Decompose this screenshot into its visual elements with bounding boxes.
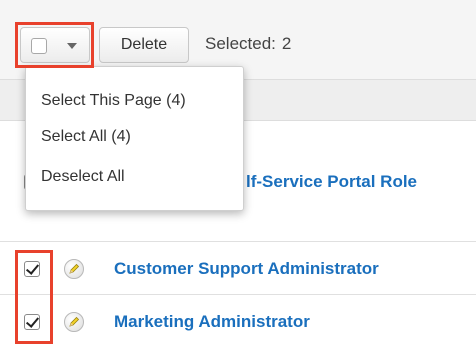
record-name-link[interactable]: lf-Service Portal Role bbox=[246, 172, 417, 192]
mass-select-dropdown[interactable] bbox=[20, 27, 90, 63]
menu-item-deselect-all[interactable]: Deselect All bbox=[41, 167, 125, 187]
delete-button[interactable]: Delete bbox=[99, 27, 189, 63]
pencil-icon[interactable] bbox=[64, 312, 84, 332]
selected-count: 2 bbox=[281, 34, 292, 53]
table-row: Marketing Administrator bbox=[0, 296, 476, 344]
selected-label: Selected: bbox=[205, 34, 276, 53]
row-checkbox[interactable] bbox=[24, 314, 40, 330]
table-row: Customer Support Administrator bbox=[0, 243, 476, 295]
menu-item-select-all[interactable]: Select All (4) bbox=[41, 127, 131, 147]
menu-item-select-this-page[interactable]: Select This Page (4) bbox=[41, 91, 186, 111]
caret-down-icon[interactable] bbox=[67, 43, 77, 49]
list-view: Delete Selected: 2 lf-Service Portal Role… bbox=[0, 0, 476, 344]
select-all-checkbox[interactable] bbox=[31, 38, 47, 54]
selected-count-text: Selected: 2 bbox=[205, 34, 291, 54]
mass-select-menu: Select This Page (4) Select All (4) Dese… bbox=[25, 66, 244, 211]
pencil-icon[interactable] bbox=[64, 259, 84, 279]
record-name-link[interactable]: Marketing Administrator bbox=[114, 312, 310, 332]
row-checkbox[interactable] bbox=[24, 261, 40, 277]
record-name-link[interactable]: Customer Support Administrator bbox=[114, 259, 379, 279]
